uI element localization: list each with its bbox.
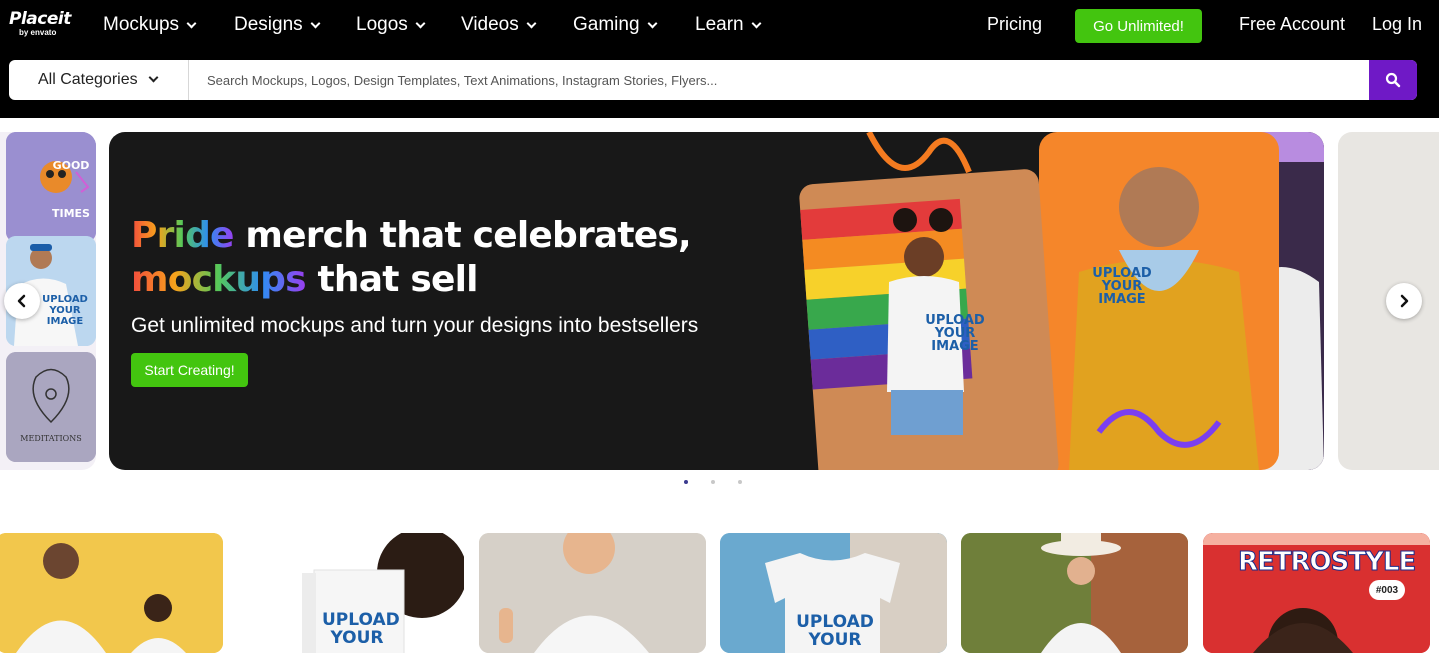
category-dropdown[interactable]: All Categories — [9, 60, 189, 100]
carousel-dot-1[interactable] — [684, 480, 688, 484]
chevron-down-icon — [415, 18, 426, 28]
free-account-link[interactable]: Free Account — [1239, 14, 1345, 35]
headline-text-1: merch that celebrates, — [233, 215, 691, 256]
chevron-down-icon — [526, 18, 537, 28]
nav-item-logos[interactable]: Logos — [356, 14, 426, 36]
card-image — [961, 533, 1188, 653]
thumbnail-art — [6, 352, 96, 462]
card-image — [479, 533, 706, 653]
chevron-down-icon — [751, 18, 762, 28]
nav-item-designs[interactable]: Designs — [234, 14, 321, 36]
headline-accent-mockups: mockups — [131, 259, 307, 300]
logo-wordmark: Placeit — [9, 9, 71, 29]
pride-models-image — [799, 132, 1324, 470]
hero-headline: Pride merch that celebrates, mockups tha… — [131, 214, 751, 302]
carousel-next-button[interactable] — [1386, 283, 1422, 319]
start-creating-button[interactable]: Start Creating! — [131, 353, 248, 387]
card-issue-badge: #003 — [1369, 580, 1405, 600]
placeit-logo[interactable]: Placeit by envato — [9, 10, 71, 37]
search-bar: All Categories — [9, 60, 1417, 100]
card-upload-text: UPLOAD YOUR — [322, 610, 400, 648]
carousel-pagination — [684, 480, 742, 484]
card-image — [0, 533, 223, 653]
template-card[interactable]: RETROSTYLE #003 — [1203, 533, 1430, 653]
nav-item-label: Mockups — [103, 14, 180, 35]
card-upload-text: UPLOAD YOUR — [796, 612, 874, 650]
logo-byline: by envato — [19, 28, 57, 37]
carousel-dot-3[interactable] — [738, 480, 742, 484]
search-input[interactable] — [199, 60, 1369, 100]
login-link[interactable]: Log In — [1372, 14, 1422, 35]
template-card[interactable]: UPLOAD YOUR — [720, 533, 947, 653]
template-card[interactable] — [961, 533, 1188, 653]
chevron-down-icon — [186, 18, 197, 28]
search-button[interactable] — [1369, 60, 1417, 100]
upload-your-image-text: UPLOAD YOUR IMAGE — [42, 294, 88, 327]
search-icon — [1385, 72, 1401, 88]
hero-image-collage: UPLOAD YOUR IMAGE UPLOAD YOUR IMAGE — [799, 132, 1324, 470]
thumbnail-good-times: GOOD TIMES — [6, 132, 96, 242]
template-card[interactable] — [0, 533, 223, 653]
chevron-right-icon — [1400, 294, 1409, 308]
nav-item-label: Gaming — [573, 14, 640, 35]
hero-banner: Pride merch that celebrates, mockups tha… — [109, 132, 1324, 470]
nav-item-label: Logos — [356, 14, 408, 35]
chevron-down-icon — [310, 18, 321, 28]
thumbnail-caption: GOOD TIMES — [52, 159, 90, 220]
top-navigation-bar: Placeit by envato Mockups Designs Logos … — [0, 0, 1439, 118]
headline-text-2: that sell — [305, 259, 478, 300]
nav-item-label: Learn — [695, 14, 744, 35]
card-retrostyle-title: RETROSTYLE — [1237, 547, 1416, 578]
headline-accent-pride: Pride — [131, 215, 234, 256]
thumbnail-meditations: MEDITATIONS — [6, 352, 96, 462]
carousel-prev-button[interactable] — [4, 283, 40, 319]
nav-item-label: Designs — [234, 14, 303, 35]
hero-carousel: GOOD TIMES UPLOAD YOUR IMAGE MEDITATIONS… — [0, 132, 1439, 470]
pricing-link[interactable]: Pricing — [987, 14, 1042, 35]
nav-item-videos[interactable]: Videos — [461, 14, 537, 36]
chevron-left-icon — [17, 294, 26, 308]
thumbnail-caption: MEDITATIONS — [20, 434, 82, 443]
upload-your-image-text: UPLOAD YOUR IMAGE — [925, 313, 985, 354]
go-unlimited-button[interactable]: Go Unlimited! — [1075, 9, 1202, 43]
nav-item-label: Videos — [461, 14, 519, 35]
template-card[interactable]: UPLOAD YOUR — [237, 533, 464, 653]
nav-item-mockups[interactable]: Mockups — [103, 14, 197, 36]
template-cards-row: UPLOAD YOUR UPLOAD YOUR RETROSTYLE #003 — [0, 533, 1439, 653]
nav-item-learn[interactable]: Learn — [695, 14, 762, 36]
chevron-down-icon — [647, 18, 657, 28]
nav-item-gaming[interactable]: Gaming — [573, 14, 657, 36]
upload-your-image-text: UPLOAD YOUR IMAGE — [1092, 266, 1152, 307]
hero-subheadline: Get unlimited mockups and turn your desi… — [131, 314, 699, 337]
category-dropdown-value: All Categories — [38, 71, 138, 88]
chevron-down-icon — [148, 72, 159, 83]
template-card[interactable] — [479, 533, 706, 653]
carousel-dot-2[interactable] — [711, 480, 715, 484]
